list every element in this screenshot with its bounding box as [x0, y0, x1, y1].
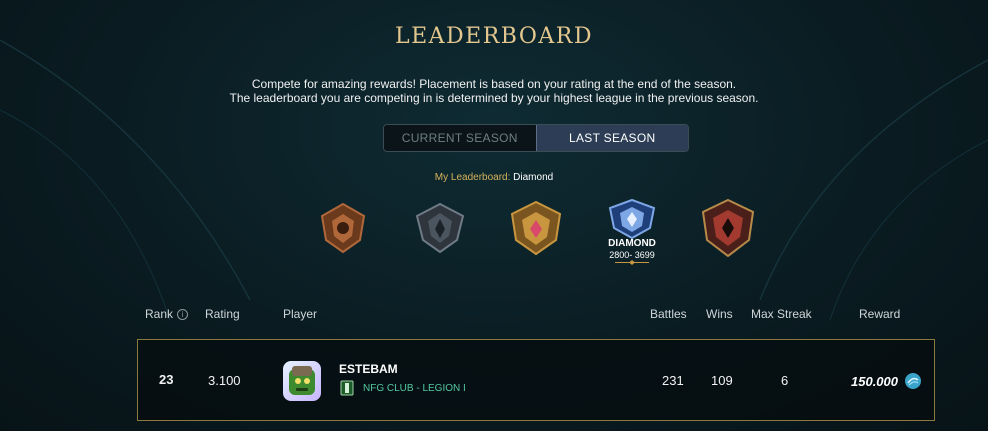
row-wins: 109: [711, 373, 733, 388]
page-title: LEADERBOARD: [394, 24, 594, 49]
page-description: Compete for amazing rewards! Placement i…: [0, 77, 988, 105]
description-line-2: The leaderboard you are competing in is …: [229, 91, 759, 105]
row-max-streak: 6: [781, 373, 789, 388]
column-battles: Battles: [650, 307, 687, 321]
league-silver[interactable]: [408, 202, 472, 254]
row-rating: 3.100: [208, 373, 241, 388]
player-club[interactable]: NFG CLUB - LEGION I: [339, 380, 466, 396]
column-rating: Rating: [205, 307, 240, 321]
bronze-league-icon: [320, 202, 366, 254]
league-bronze[interactable]: [311, 202, 375, 254]
avatar[interactable]: [283, 361, 321, 401]
league-diamond[interactable]: DIAMOND 2800- 3699: [600, 198, 664, 265]
league-champion[interactable]: [696, 198, 760, 258]
table-header: Rank i Rating Player Battles Wins Max Str…: [0, 307, 988, 323]
column-rank[interactable]: Rank i: [145, 307, 189, 321]
tab-last-season[interactable]: LAST SEASON: [535, 125, 688, 151]
info-icon[interactable]: i: [177, 309, 189, 320]
league-selector: DIAMOND 2800- 3699: [0, 196, 988, 281]
player-avatar-icon: [289, 366, 315, 395]
gold-league-icon: [510, 200, 562, 256]
reward-amount: 150.000: [851, 373, 898, 389]
crystal-icon: [905, 373, 921, 389]
tab-current-season[interactable]: CURRENT SEASON: [384, 125, 536, 151]
club-name: NFG CLUB - LEGION I: [363, 382, 466, 394]
silver-league-icon: [415, 202, 465, 254]
league-gold[interactable]: [504, 200, 568, 256]
player-name[interactable]: ESTEBAM: [339, 362, 398, 376]
table-row[interactable]: 23 3.100 ESTEBAM NFG CLUB - LEGION I 231…: [137, 339, 935, 421]
my-leaderboard-label: My Leaderboard:: [434, 172, 511, 183]
selected-league-name: DIAMOND: [608, 238, 656, 249]
season-tabs: CURRENT SEASON LAST SEASON: [383, 124, 689, 152]
selected-league-range: 2800- 3699: [609, 250, 655, 260]
column-max-streak: Max Streak: [751, 307, 812, 321]
row-reward: 150.000: [851, 372, 922, 390]
champion-league-icon: [701, 198, 755, 258]
my-leaderboard-value: Diamond: [513, 172, 554, 183]
club-badge-icon: [340, 380, 354, 396]
selected-league-indicator: [615, 260, 649, 265]
column-reward: Reward: [859, 307, 901, 321]
column-rank-label: Rank: [145, 307, 174, 321]
row-rank: 23: [159, 372, 174, 387]
row-battles: 231: [662, 373, 684, 388]
diamond-league-icon: [608, 198, 656, 240]
column-wins: Wins: [706, 307, 733, 321]
column-player: Player: [283, 307, 318, 321]
description-line-1: Compete for amazing rewards! Placement i…: [251, 77, 737, 91]
my-leaderboard: My Leaderboard: Diamond: [0, 172, 988, 183]
